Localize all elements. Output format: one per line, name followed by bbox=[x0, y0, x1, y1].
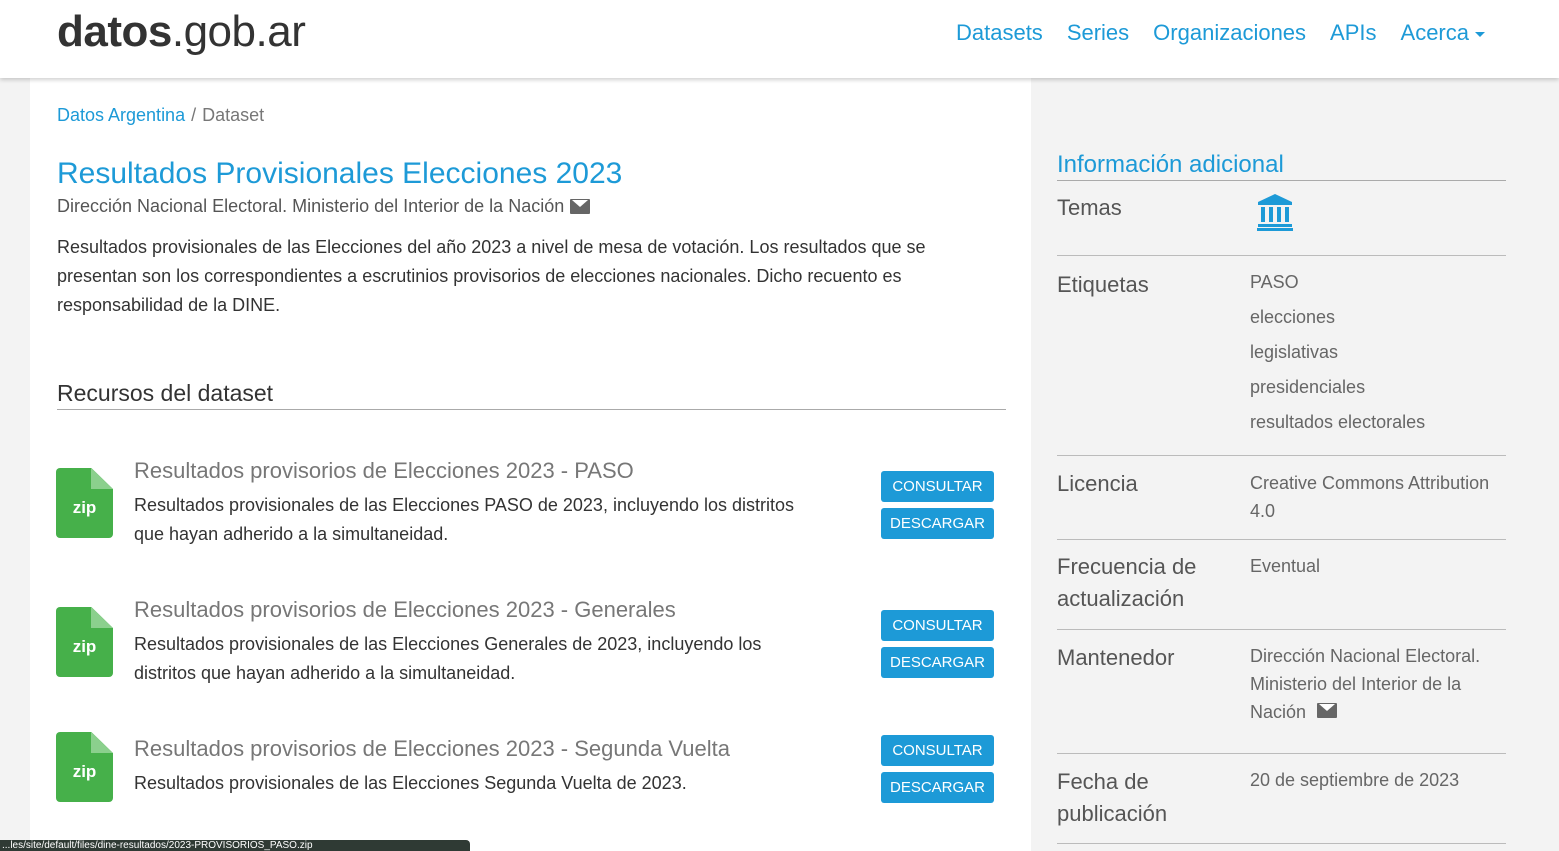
license-value[interactable]: Creative Commons Attribution 4.0 bbox=[1250, 469, 1500, 525]
breadcrumb-home-link[interactable]: Datos Argentina bbox=[57, 105, 185, 125]
resource-title[interactable]: Resultados provisorios de Elecciones 202… bbox=[134, 457, 634, 485]
info-key: Fecha de publicación bbox=[1057, 769, 1168, 826]
government-building-icon[interactable] bbox=[1257, 193, 1293, 231]
publication-date-value: 20 de septiembre de 2023 bbox=[1250, 770, 1460, 790]
info-key: Frecuencia de actualización bbox=[1057, 554, 1197, 611]
resources-section-title: Recursos del dataset bbox=[57, 378, 1006, 410]
resource-description: Resultados provisionales de las Eleccion… bbox=[134, 495, 795, 544]
tag-link[interactable]: elecciones bbox=[1250, 300, 1500, 335]
frequency-value: Eventual bbox=[1250, 556, 1321, 576]
tags-list: PASO elecciones legislativas presidencia… bbox=[1250, 265, 1500, 440]
additional-info-sidebar: Información adicional Temas Etiquetas PA… bbox=[1031, 78, 1532, 851]
resource-title[interactable]: Resultados provisorios de Elecciones 202… bbox=[134, 596, 676, 624]
dataset-description: Resultados provisionales de las Eleccion… bbox=[57, 237, 926, 315]
maintainer-name: Dirección Nacional Electoral. Ministerio… bbox=[1250, 646, 1481, 722]
nav-link-apis[interactable]: APIs bbox=[1318, 18, 1388, 48]
nav-dropdown-acerca-label: Acerca bbox=[1400, 20, 1469, 45]
file-fold-corner bbox=[91, 607, 113, 628]
descargar-button[interactable]: DESCARGAR bbox=[881, 508, 994, 539]
tag-link[interactable]: resultados electorales bbox=[1250, 405, 1500, 440]
logo-domain-text: .gob.ar bbox=[171, 7, 306, 56]
zip-file-icon[interactable]: zip bbox=[56, 607, 113, 677]
breadcrumb-separator: / bbox=[191, 105, 197, 125]
info-row-fecha: Fecha de publicación 20 de septiembre de… bbox=[1057, 754, 1506, 844]
publisher-name: Dirección Nacional Electoral. Ministerio… bbox=[57, 196, 565, 216]
file-format-label: zip bbox=[72, 762, 97, 781]
main-content: Datos Argentina / Dataset Resultados Provi… bbox=[30, 78, 1031, 851]
breadcrumb: Datos Argentina / Dataset bbox=[57, 105, 264, 126]
maintainer-value: Dirección Nacional Electoral. Ministerio… bbox=[1250, 642, 1500, 726]
file-format-label: zip bbox=[72, 637, 97, 656]
nav-link-series[interactable]: Series bbox=[1055, 18, 1141, 48]
consultar-button[interactable]: CONSULTAR bbox=[881, 610, 994, 641]
zip-file-icon[interactable]: zip bbox=[56, 732, 113, 802]
resource-description: Resultados provisionales de las Eleccion… bbox=[134, 634, 762, 683]
tag-link[interactable]: legislativas bbox=[1250, 335, 1500, 370]
nav-links: Datasets Series Organizaciones APIs Acer… bbox=[944, 18, 1497, 48]
descargar-button[interactable]: DESCARGAR bbox=[881, 772, 994, 803]
dataset-title: Resultados Provisionales Elecciones 2023 bbox=[57, 157, 623, 190]
file-format-label: zip bbox=[72, 498, 97, 517]
info-row-etiquetas: Etiquetas PASO elecciones legislativas p… bbox=[1057, 256, 1506, 456]
zip-file-icon[interactable]: zip bbox=[56, 468, 113, 538]
tag-link[interactable]: presidenciales bbox=[1250, 370, 1500, 405]
nav-link-organizaciones[interactable]: Organizaciones bbox=[1141, 18, 1318, 48]
nav-link-datasets[interactable]: Datasets bbox=[944, 18, 1055, 48]
dataset-publisher: Dirección Nacional Electoral. Ministerio… bbox=[57, 194, 591, 218]
info-key: Temas bbox=[1057, 195, 1122, 220]
logo-bold-text: datos bbox=[57, 7, 172, 56]
file-fold-corner bbox=[91, 468, 113, 489]
nav-dropdown-acerca[interactable]: Acerca bbox=[1389, 18, 1497, 48]
resource-description: Resultados provisionales de las Eleccion… bbox=[134, 773, 687, 793]
breadcrumb-current: Dataset bbox=[202, 105, 265, 125]
caret-down-icon bbox=[1475, 31, 1485, 37]
browser-status-url: ...les/site/default/files/dine-resultado… bbox=[0, 840, 470, 851]
envelope-icon[interactable] bbox=[1317, 703, 1338, 718]
info-key: Mantenedor bbox=[1057, 645, 1175, 670]
consultar-button[interactable]: CONSULTAR bbox=[881, 735, 994, 766]
info-row-mantenedor: Mantenedor Dirección Nacional Electoral.… bbox=[1057, 630, 1506, 754]
info-row-frecuencia: Frecuencia de actualización Eventual bbox=[1057, 540, 1506, 630]
consultar-button[interactable]: CONSULTAR bbox=[881, 471, 994, 502]
tag-link[interactable]: PASO bbox=[1250, 265, 1500, 300]
sidebar-title: Información adicional bbox=[1057, 150, 1506, 181]
file-fold-corner bbox=[91, 732, 113, 753]
site-logo[interactable]: datos.gob.ar bbox=[57, 6, 306, 58]
top-navbar: datos.gob.ar Datasets Series Organizacio… bbox=[0, 0, 1559, 78]
info-key: Etiquetas bbox=[1057, 272, 1149, 297]
info-row-temas: Temas bbox=[1057, 179, 1506, 256]
info-key: Licencia bbox=[1057, 471, 1138, 496]
info-row-licencia: Licencia Creative Commons Attribution 4.… bbox=[1057, 456, 1506, 540]
descargar-button[interactable]: DESCARGAR bbox=[881, 647, 994, 678]
resource-title[interactable]: Resultados provisorios de Elecciones 202… bbox=[134, 735, 730, 763]
envelope-icon[interactable] bbox=[570, 198, 591, 214]
